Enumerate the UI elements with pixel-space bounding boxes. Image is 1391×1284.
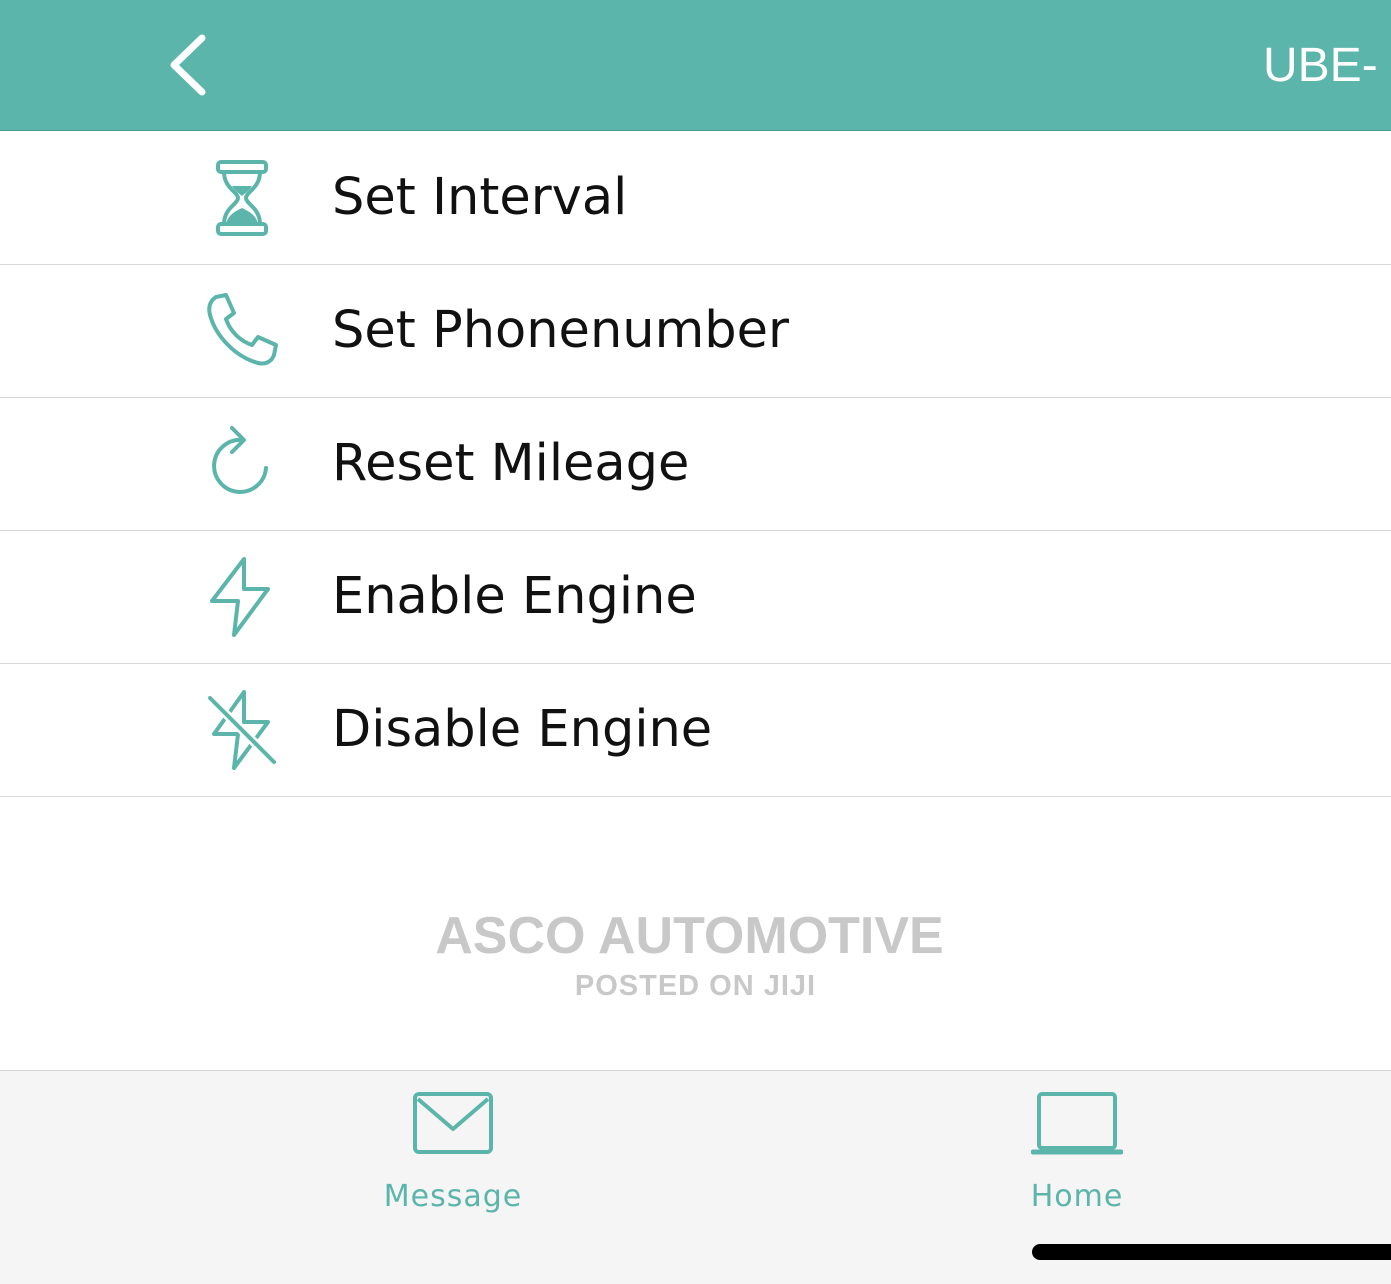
menu-item-set-interval[interactable]: Set Interval xyxy=(0,132,1391,265)
tab-home[interactable]: Home xyxy=(957,1071,1197,1231)
lightning-bolt-icon xyxy=(210,557,270,637)
lightning-bolt-off-icon xyxy=(205,690,279,770)
menu-item-enable-engine[interactable]: Enable Engine xyxy=(0,531,1391,664)
menu-item-disable-engine[interactable]: Disable Engine xyxy=(0,664,1391,797)
watermark-title: ASCO AUTOMOTIVE xyxy=(435,907,944,965)
tab-message[interactable]: Message xyxy=(333,1071,573,1231)
chevron-left-icon xyxy=(170,34,206,96)
home-indicator xyxy=(1032,1244,1391,1260)
page-title: UBE- xyxy=(1263,39,1378,92)
back-button[interactable] xyxy=(160,30,220,100)
refresh-icon xyxy=(212,426,268,494)
menu-item-label: Reset Mileage xyxy=(332,434,690,493)
tab-label: Message xyxy=(383,1179,523,1214)
command-menu: Set Interval Set Phonenumber Reset Milea… xyxy=(0,132,1391,797)
menu-item-set-phonenumber[interactable]: Set Phonenumber xyxy=(0,265,1391,398)
menu-item-label: Set Phonenumber xyxy=(332,301,789,360)
laptop-icon xyxy=(1031,1092,1123,1155)
menu-item-label: Enable Engine xyxy=(332,567,697,626)
phone-icon xyxy=(207,293,278,366)
menu-item-label: Disable Engine xyxy=(332,700,713,759)
watermark-subtitle: POSTED ON JIJI xyxy=(574,970,817,1002)
menu-item-label: Set Interval xyxy=(332,168,628,227)
menu-item-reset-mileage[interactable]: Reset Mileage xyxy=(0,398,1391,531)
tab-label: Home xyxy=(1030,1179,1124,1214)
envelope-icon xyxy=(413,1092,493,1154)
navigation-header: UBE- xyxy=(0,0,1391,131)
hourglass-icon xyxy=(216,160,268,236)
